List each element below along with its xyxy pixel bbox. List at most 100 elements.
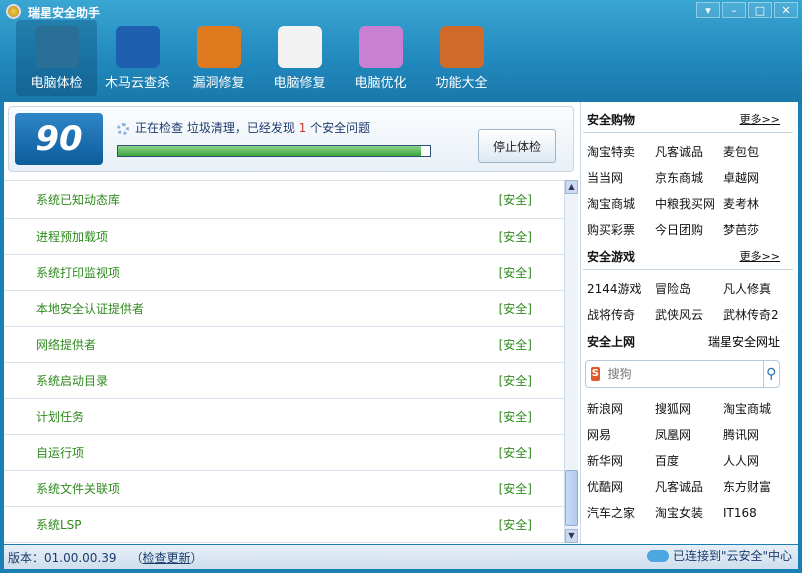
toolbar-item-1[interactable]: 木马云查杀 (97, 20, 178, 96)
progress-fill (118, 146, 421, 156)
scroll-thumb[interactable] (565, 470, 578, 526)
web-link[interactable]: 淘宝女装 (655, 500, 723, 526)
scroll-down-button[interactable]: ▼ (565, 529, 578, 543)
minimize-button[interactable]: – (722, 2, 746, 18)
games-link[interactable]: 战将传奇 (587, 302, 655, 328)
toolbar-item-2[interactable]: 漏洞修复 (178, 20, 259, 96)
version-label: 版本：01.00.00.39 (8, 550, 117, 565)
item-status: [安全] (498, 266, 532, 280)
shopping-link[interactable]: 梦芭莎 (723, 217, 793, 243)
games-more-link[interactable]: 更多>> (740, 248, 780, 264)
item-name: 本地安全认证提供者 (36, 302, 145, 316)
scan-item-row: 自运行项 [安全] (4, 435, 564, 471)
shopping-link[interactable]: 淘宝特卖 (587, 139, 655, 165)
web-link[interactable]: 优酷网 (587, 474, 655, 500)
scan-item-row: 系统已知动态库 [安全] (4, 181, 564, 219)
scan-item-row: 网络提供者 [安全] (4, 327, 564, 363)
sogou-logo-icon: S (591, 367, 600, 381)
search-input[interactable] (607, 367, 763, 381)
shopping-link[interactable]: 今日团购 (655, 217, 723, 243)
scan-progress-bar (117, 145, 431, 157)
toolbar-label: 电脑体检 (30, 76, 83, 91)
shopping-link[interactable]: 淘宝商城 (587, 191, 655, 217)
status-bar: 版本：01.00.00.39 （检查更新） 已连接到"云安全"中心 (4, 545, 798, 569)
scan-item-row: 进程预加载项 [安全] (4, 219, 564, 255)
toolbar-item-5[interactable]: 功能大全 (421, 20, 502, 96)
games-link[interactable]: 凡人修真 (723, 276, 793, 302)
web-link[interactable]: 百度 (655, 448, 723, 474)
search-button[interactable]: ⚲ (762, 361, 779, 387)
item-status: [安全] (498, 518, 532, 532)
web-link[interactable]: IT168 (723, 500, 793, 526)
item-name: 计划任务 (36, 410, 85, 424)
toolbar-item-3[interactable]: 电脑修复 (259, 20, 340, 96)
web-link[interactable]: 网易 (587, 422, 655, 448)
item-name: 系统启动目录 (36, 374, 109, 388)
web-link[interactable]: 汽车之家 (587, 500, 655, 526)
games-link[interactable]: 冒险岛 (655, 276, 723, 302)
item-status: [安全] (498, 302, 532, 316)
scan-item-row: 本地安全认证提供者 [安全] (4, 291, 564, 327)
maximize-button[interactable]: □ (748, 2, 772, 18)
menu-button[interactable]: ▾ (696, 2, 720, 18)
check-update-link[interactable]: 检查更新 (143, 549, 191, 566)
scrollbar[interactable]: ▲ ▼ (564, 180, 578, 543)
scroll-up-button[interactable]: ▲ (565, 180, 578, 194)
scan-status-text: 正在检查 垃圾清理，已经发现 (135, 121, 295, 135)
shopping-link[interactable]: 麦包包 (723, 139, 793, 165)
header: 瑞星安全助手 ▾ – □ ✕ 电脑体检 木马云查杀 漏洞修复 电脑修复 电脑优化 功能大全 (0, 0, 802, 102)
toolbar-item-0[interactable]: 电脑体检 (16, 20, 97, 96)
shopping-more-link[interactable]: 更多>> (740, 111, 780, 127)
scan-item-list: 系统已知动态库 [安全] 进程预加载项 [安全] 系统打印监视项 [安全] 本地安全认证提供… (4, 180, 564, 543)
shopping-link[interactable]: 当当网 (587, 165, 655, 191)
toolbar-label: 电脑优化 (354, 76, 407, 91)
web-link[interactable]: 凤凰网 (655, 422, 723, 448)
toolbar-label: 功能大全 (435, 76, 488, 91)
shield-icon (115, 26, 160, 68)
toolbar-label: 木马云查杀 (104, 76, 170, 91)
web-link[interactable]: 凡客诚品 (655, 474, 723, 500)
shopping-links: 淘宝特卖 凡客诚品 麦包包当当网 京东商城 卓越网淘宝商城 中粮我买网 麦考林购买彩票 今日团… (581, 139, 798, 243)
shopping-link[interactable]: 购买彩票 (587, 217, 655, 243)
shopping-title: 安全购物 (587, 112, 636, 127)
web-link[interactable]: 新华网 (587, 448, 655, 474)
web-link[interactable]: 东方财富 (723, 474, 793, 500)
shopping-link[interactable]: 京东商城 (655, 165, 723, 191)
main-panel: 90 正在检查 垃圾清理，已经发现 1 个安全问题 停止体检 系统已知动态库 [安… (4, 102, 798, 544)
web-link[interactable]: 新浪网 (587, 396, 655, 422)
stop-scan-button[interactable]: 停止体检 (478, 129, 556, 163)
spinner-icon (117, 122, 129, 135)
shopping-link[interactable]: 凡客诚品 (655, 139, 723, 165)
app-title: 瑞星安全助手 (28, 6, 101, 20)
checklist-icon (277, 26, 322, 68)
games-link[interactable]: 2144游戏 (587, 276, 655, 302)
toolbar-item-4[interactable]: 电脑优化 (340, 20, 421, 96)
web-link[interactable]: 淘宝商城 (723, 396, 793, 422)
rising-nav-link[interactable]: 瑞星安全网址 (708, 333, 780, 350)
item-name: 系统打印监视项 (36, 266, 121, 280)
app-logo-icon (6, 4, 21, 19)
scan-item-row: 系统启动目录 [安全] (4, 363, 564, 399)
web-link[interactable]: 腾讯网 (723, 422, 793, 448)
toolbar-label: 漏洞修复 (192, 76, 245, 91)
windows-refresh-icon (196, 26, 241, 68)
scan-status-panel: 90 正在检查 垃圾清理，已经发现 1 个安全问题 停止体检 (8, 106, 574, 172)
issue-count: 1 (298, 121, 307, 135)
shopping-link[interactable]: 麦考林 (723, 191, 793, 217)
web-title: 安全上网 (587, 334, 636, 349)
shopping-link[interactable]: 卓越网 (723, 165, 793, 191)
web-link[interactable]: 人人网 (723, 448, 793, 474)
item-name: 系统已知动态库 (36, 193, 121, 207)
health-score: 90 (15, 113, 103, 165)
games-links: 2144游戏 冒险岛 凡人修真战将传奇 武侠风云 武林传奇2 (581, 276, 798, 328)
search-box: S ⚲ (585, 360, 780, 388)
scan-item-row: 系统打印监视项 [安全] (4, 255, 564, 291)
shopping-link[interactable]: 中粮我买网 (655, 191, 723, 217)
item-name: 进程预加载项 (36, 230, 109, 244)
games-link[interactable]: 武林传奇2 (723, 302, 793, 328)
close-button[interactable]: ✕ (774, 2, 798, 18)
games-link[interactable]: 武侠风云 (655, 302, 723, 328)
sidebar: 安全购物 更多>> 淘宝特卖 凡客诚品 麦包包 当当网 京东商城 卓越网 淘宝商城 中粮我买网麦… (580, 102, 798, 544)
web-link[interactable]: 搜狐网 (655, 396, 723, 422)
item-name: 系统文件关联项 (36, 482, 121, 496)
